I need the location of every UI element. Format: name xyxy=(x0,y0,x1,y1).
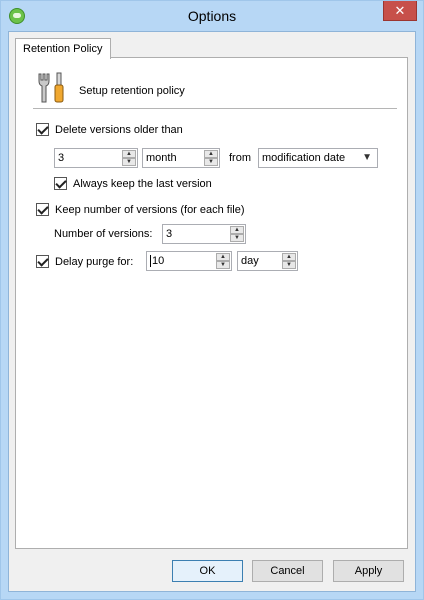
spin-up-icon[interactable]: ▲ xyxy=(204,150,218,158)
ok-button[interactable]: OK xyxy=(172,560,243,582)
apply-button[interactable]: Apply xyxy=(333,560,404,582)
tools-icon xyxy=(38,72,64,103)
spin-up-icon[interactable]: ▲ xyxy=(282,253,296,261)
delay-purge-count-text: 10 xyxy=(152,255,165,267)
title-bar[interactable]: Options ✕ xyxy=(1,1,423,31)
spin-up-icon[interactable]: ▲ xyxy=(230,226,244,234)
header-divider xyxy=(33,108,397,109)
delete-unit-stepper[interactable]: month ▲ ▼ xyxy=(142,148,220,168)
spin-up-icon[interactable]: ▲ xyxy=(122,150,136,158)
delete-versions-checkbox[interactable] xyxy=(36,123,49,136)
delay-purge-unit-stepper[interactable]: day ▲ ▼ xyxy=(237,251,298,271)
keep-number-row: Keep number of versions (for each file) xyxy=(36,203,245,216)
number-of-versions-value: 3 xyxy=(166,228,173,240)
spin-up-icon[interactable]: ▲ xyxy=(216,253,230,261)
chevron-down-icon: ▼ xyxy=(362,152,372,163)
retention-policy-panel: Setup retention policy Delete versions o… xyxy=(15,57,408,549)
spin-down-icon[interactable]: ▼ xyxy=(282,261,296,269)
from-select-value: modification date xyxy=(262,152,346,164)
from-label: from xyxy=(229,152,251,164)
delete-versions-label: Delete versions older than xyxy=(55,123,183,136)
number-of-versions-stepper[interactable]: 3 ▲ ▼ xyxy=(162,224,246,244)
spin-down-icon[interactable]: ▼ xyxy=(122,158,136,166)
spin-down-icon[interactable]: ▼ xyxy=(204,158,218,166)
delay-purge-count-value: 10 xyxy=(150,255,165,268)
keep-last-label: Always keep the last version xyxy=(73,177,212,190)
delete-count-stepper[interactable]: 3 ▲ ▼ xyxy=(54,148,138,168)
spin-down-icon[interactable]: ▼ xyxy=(230,234,244,242)
delay-purge-row: Delay purge for: xyxy=(36,255,133,268)
number-of-versions-label: Number of versions: xyxy=(54,228,153,240)
tab-retention-policy[interactable]: Retention Policy xyxy=(15,38,111,59)
keep-number-label: Keep number of versions (for each file) xyxy=(55,203,245,216)
options-window: Options ✕ Retention Policy Setup retenti… xyxy=(0,0,424,600)
dialog-client-area: Retention Policy Setup retention policy … xyxy=(8,31,416,592)
from-select[interactable]: modification date ▼ xyxy=(258,148,378,168)
text-caret xyxy=(150,255,151,268)
delete-versions-row: Delete versions older than xyxy=(36,123,183,136)
delete-count-value: 3 xyxy=(58,152,65,164)
header-text: Setup retention policy xyxy=(79,85,185,97)
keep-last-checkbox[interactable] xyxy=(54,177,67,190)
keep-last-row: Always keep the last version xyxy=(54,177,212,190)
delay-purge-unit-value: day xyxy=(241,255,259,267)
delay-purge-label: Delay purge for: xyxy=(55,255,134,268)
keep-number-checkbox[interactable] xyxy=(36,203,49,216)
cancel-button[interactable]: Cancel xyxy=(252,560,323,582)
delay-purge-checkbox[interactable] xyxy=(36,255,49,268)
delay-purge-count-stepper[interactable]: 10 ▲ ▼ xyxy=(146,251,232,271)
close-button[interactable]: ✕ xyxy=(383,1,417,21)
window-title: Options xyxy=(187,8,237,24)
delete-unit-value: month xyxy=(146,152,177,164)
spin-down-icon[interactable]: ▼ xyxy=(216,261,230,269)
